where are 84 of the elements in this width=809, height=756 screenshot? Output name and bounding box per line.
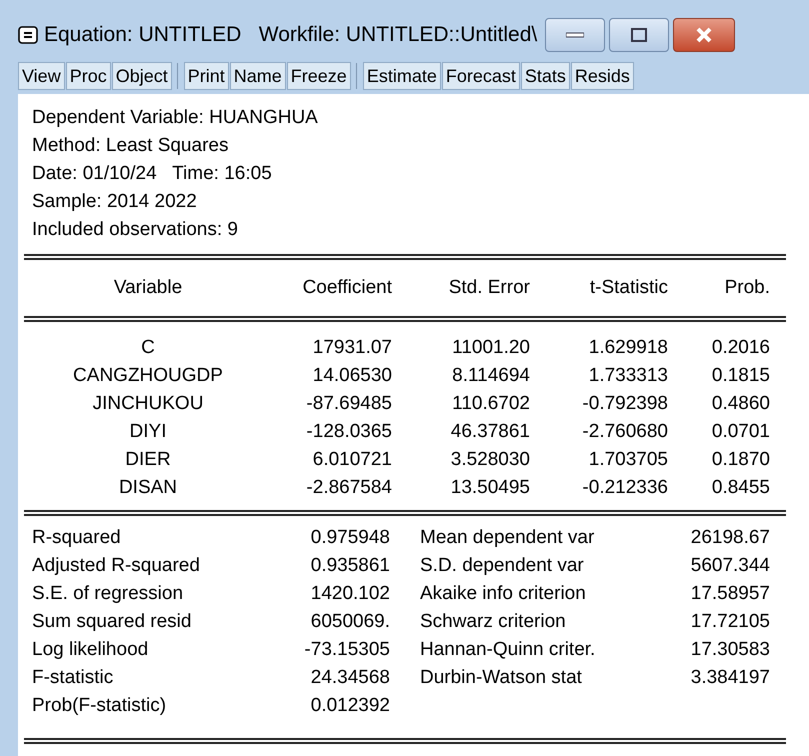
statistic-cell-text: Log likelihood bbox=[32, 638, 150, 662]
table-cell-text: JINCHUKOU bbox=[92, 392, 204, 416]
toolbar-button[interactable]: Print bbox=[184, 62, 229, 90]
column-header: Coefficient bbox=[302, 276, 392, 300]
header-line: Sample: 2014 2022 bbox=[32, 190, 198, 214]
column-header: Prob. bbox=[724, 276, 770, 300]
statistic-cell-text: Akaike info criterion bbox=[420, 582, 587, 606]
header-line: Dependent Variable: HUANGHUA bbox=[32, 106, 319, 130]
toolbar-button[interactable]: Freeze bbox=[286, 62, 351, 90]
minimize-button[interactable] bbox=[545, 18, 606, 52]
table-cell-text: 14.06530 bbox=[312, 364, 392, 388]
header-line: Method: Least Squares bbox=[32, 134, 230, 158]
statistic-cell-text: 17.72105 bbox=[690, 610, 770, 634]
table-cell-text: 0.1870 bbox=[710, 448, 770, 472]
close-icon bbox=[695, 27, 714, 43]
table-cell-text: 6.010721 bbox=[312, 448, 392, 472]
table-cell-text: -0.792398 bbox=[581, 392, 668, 416]
toolbar-button[interactable]: Estimate bbox=[362, 62, 441, 90]
window-title: Equation: UNTITLED Workfile: UNTITLED::Untitled\ bbox=[44, 23, 538, 47]
statistic-cell-text: 6050069. bbox=[310, 610, 390, 634]
statistic-cell-text: 24.34568 bbox=[310, 666, 390, 690]
table-cell-text: 11001.20 bbox=[451, 336, 530, 360]
statistic-cell-text: Hannan-Quinn criter. bbox=[420, 638, 596, 662]
table-cell-text: 1.703705 bbox=[588, 448, 668, 472]
minimize-icon bbox=[566, 32, 584, 38]
maximize-button[interactable] bbox=[609, 18, 670, 52]
toolbar-button[interactable]: View bbox=[18, 62, 65, 90]
statistic-cell-text: Mean dependent var bbox=[420, 526, 596, 550]
table-cell-text: DIYI bbox=[128, 420, 168, 444]
column-header: t-Statistic bbox=[588, 276, 668, 300]
toolbar-button[interactable]: Name bbox=[230, 62, 286, 90]
table-cell-text: 3.528030 bbox=[450, 448, 530, 472]
statistic-cell-text: F-statistic bbox=[32, 666, 114, 690]
table-cell-text: 17931.07 bbox=[312, 336, 392, 360]
table-cell-text: CANGZHOUGDP bbox=[72, 364, 224, 388]
column-header: Variable bbox=[112, 276, 184, 300]
header-line: Date: 01/10/24 Time: 16:05 bbox=[32, 162, 273, 186]
statistic-cell-text: 26198.67 bbox=[690, 526, 770, 550]
statistic-cell-text: R-squared bbox=[32, 526, 122, 550]
table-cell-text: 0.2016 bbox=[710, 336, 770, 360]
table-cell-text: -128.0365 bbox=[305, 420, 392, 444]
statistic-cell-text: 17.30583 bbox=[690, 638, 770, 662]
table-cell-text: 1.733313 bbox=[588, 364, 668, 388]
table-cell-text: 0.8455 bbox=[710, 476, 770, 500]
statistic-cell-text: S.E. of regression bbox=[32, 582, 184, 606]
table-cell-text: 46.37861 bbox=[450, 420, 530, 444]
toolbar-button[interactable]: Forecast bbox=[442, 62, 520, 90]
statistic-cell-text: 1420.102 bbox=[310, 582, 390, 606]
statistic-cell-text: 3.384197 bbox=[690, 666, 770, 690]
statistic-cell-text: S.D. dependent var bbox=[420, 554, 585, 578]
statistic-cell-text: 0.935861 bbox=[310, 554, 390, 578]
table-cell-text: 8.114694 bbox=[451, 364, 530, 388]
toolbar-button[interactable]: Stats bbox=[520, 62, 570, 90]
table-cell-text: DIER bbox=[124, 448, 172, 472]
window-menu-icon[interactable] bbox=[18, 26, 38, 44]
close-button[interactable] bbox=[673, 18, 736, 52]
table-cell-text: 110.6702 bbox=[451, 392, 530, 416]
table-cell-text: -2.867584 bbox=[305, 476, 392, 500]
table-cell-text: DISAN bbox=[118, 476, 178, 500]
table-cell-text: -87.69485 bbox=[305, 392, 392, 416]
toolbar-button[interactable]: Proc bbox=[66, 62, 111, 90]
statistic-cell-text: Schwarz criterion bbox=[420, 610, 567, 634]
statistic-cell-text: -73.15305 bbox=[303, 638, 390, 662]
statistic-cell-text: Adjusted R-squared bbox=[32, 554, 201, 578]
table-cell-text: 1.629918 bbox=[588, 336, 668, 360]
statistic-cell-text: Sum squared resid bbox=[32, 610, 192, 634]
table-cell-text: 13.50495 bbox=[450, 476, 530, 500]
toolbar-button[interactable]: Resids bbox=[570, 62, 634, 90]
statistic-cell-text: Prob(F-statistic) bbox=[32, 694, 168, 718]
column-header: Std. Error bbox=[448, 276, 530, 300]
statistic-cell-text: 17.58957 bbox=[690, 582, 770, 606]
table-cell-text: 0.1815 bbox=[710, 364, 770, 388]
table-cell-text: -0.212336 bbox=[581, 476, 668, 500]
statistic-cell-text: 0.012392 bbox=[310, 694, 390, 718]
statistic-cell-text: Durbin-Watson stat bbox=[420, 666, 583, 690]
header-line: Included observations: 9 bbox=[32, 218, 239, 242]
statistic-cell-text: 5607.344 bbox=[690, 554, 770, 578]
table-cell-text: -2.760680 bbox=[581, 420, 668, 444]
toolbar-button[interactable]: Object bbox=[112, 62, 172, 90]
table-cell-text: C bbox=[140, 336, 156, 360]
maximize-icon bbox=[631, 28, 648, 42]
table-cell-text: 0.0701 bbox=[710, 420, 770, 444]
table-cell-text: 0.4860 bbox=[710, 392, 770, 416]
statistic-cell-text: 0.975948 bbox=[310, 526, 390, 550]
